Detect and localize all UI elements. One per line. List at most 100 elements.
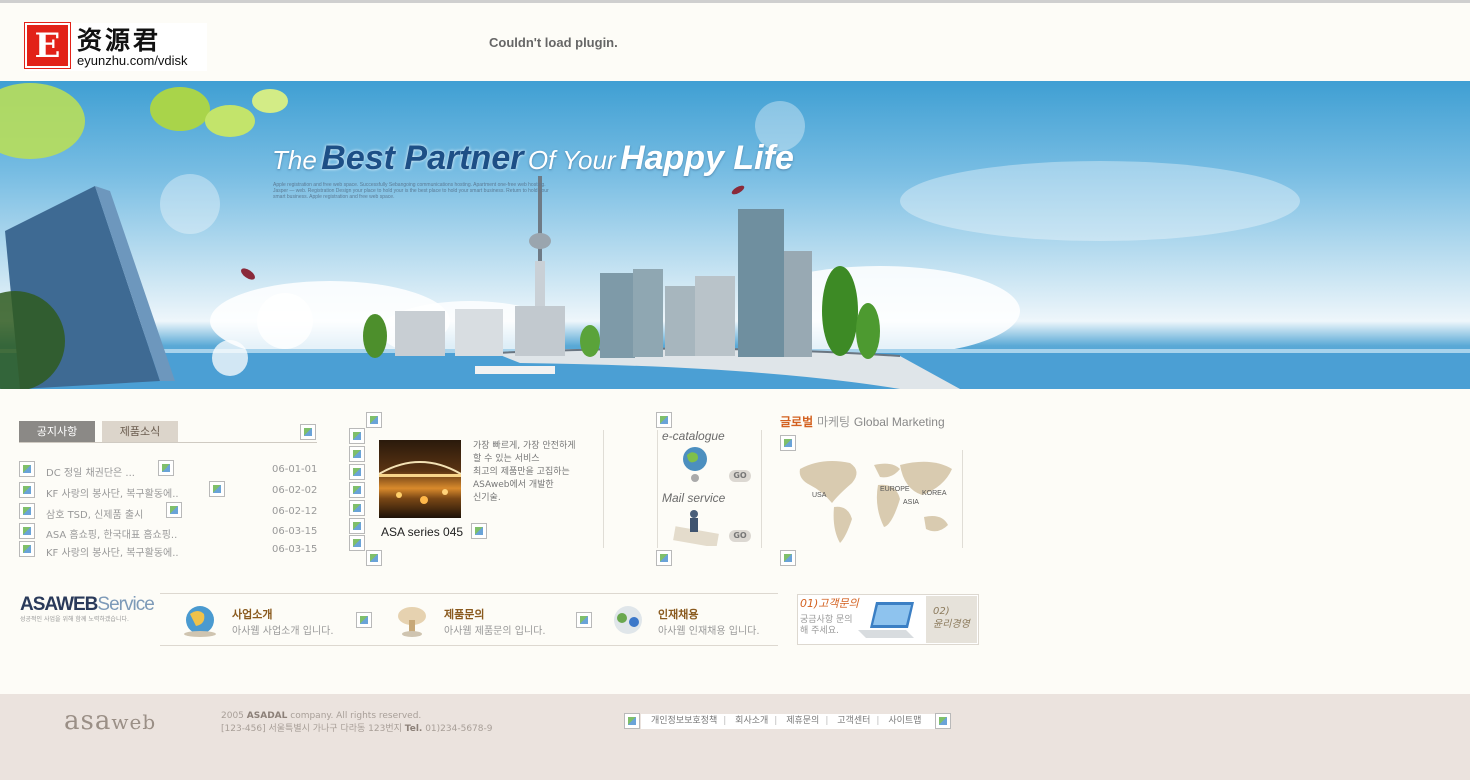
service-logo: ASAWEBService [20, 594, 155, 616]
footer-link-support[interactable]: 고객센터 [837, 716, 870, 726]
mail-service-label[interactable]: Mail service [662, 491, 725, 505]
notice-item[interactable]: ASA 홈쇼핑, 한국대표 홈쇼핑.. 06-03-15 [19, 523, 319, 541]
product-desc-line: 최고의 제품만을 고집하는 [473, 467, 570, 477]
product-photo[interactable] [379, 440, 461, 518]
ecatalogue-label[interactable]: e-catalogue [662, 429, 725, 443]
map-header-image [780, 435, 796, 451]
recruit-icon [614, 606, 642, 634]
world-map-icon[interactable] [792, 455, 957, 547]
product-desc-line: ASAweb에서 개발한 [473, 480, 554, 490]
service-recruit-title[interactable]: 인재채용 [658, 606, 698, 622]
divider [657, 430, 658, 548]
notice-title[interactable]: 삼호 TSD, 신제품 출시 [46, 506, 143, 521]
footer-address: [123-456] 서울특별시 가나구 다라동 123번지 [221, 724, 402, 734]
product-thumb-6[interactable] [349, 518, 365, 534]
notice-date: 06-02-02 [272, 485, 318, 496]
catalogue-header-image [656, 412, 672, 428]
footer-links-left-image [624, 713, 640, 729]
footer-link-sitemap[interactable]: 사이트맵 [888, 716, 921, 726]
ethics-management-button[interactable]: 02) 윤리경영 [926, 596, 977, 643]
footer-tel: 01)234-5678-9 [425, 724, 493, 734]
night-bridge-image [379, 461, 461, 504]
notice-item[interactable]: 삼호 TSD, 신제품 출시 06-02-12 [19, 502, 319, 521]
globe-icon [683, 447, 707, 482]
notice-date: 06-03-15 [272, 526, 318, 537]
product-header-image [366, 412, 382, 428]
footer-copyright: 2005 ASADAL company. All rights reserved… [221, 710, 492, 736]
notice-date: 06-02-12 [272, 506, 318, 517]
footer-links: 개인정보보호정책 | 회사소개 | 제휴문의 | 고객센터 | 사이트맵 [641, 714, 937, 729]
notice-item[interactable]: KF 사랑의 봉사단, 복구활동에.. 06-02-02 [19, 481, 319, 500]
footer-link-partnership[interactable]: 제휴문의 [786, 716, 819, 726]
ethics-label: 윤리경영 [933, 619, 970, 630]
new-badge-icon [209, 481, 225, 497]
service-business-desc: 아사웹 사업소개 입니다. [232, 626, 334, 637]
product-thumb-2[interactable] [349, 446, 365, 462]
bullet-icon [19, 482, 35, 498]
top-border [0, 0, 1470, 3]
service-logo-light: Service [97, 594, 154, 615]
copyright-company: ASADAL [246, 711, 288, 721]
divider [962, 450, 963, 548]
product-thumb-1[interactable] [349, 428, 365, 444]
divider [603, 430, 604, 548]
product-more-icon[interactable] [471, 523, 487, 539]
map-label-asia: ASIA [903, 499, 919, 506]
service-product-desc: 아사웹 제품문의 입니다. [444, 626, 546, 637]
product-description: 가장 빠르게, 가장 안전하게 할 수 있는 서비스 최고의 제품만을 고집하는… [473, 440, 593, 505]
product-desc-line: 가장 빠르게, 가장 안전하게 [473, 441, 576, 451]
footer-logo: asaweb [64, 706, 156, 736]
global-marketing-title: 글로벌 마케팅 Global Marketing [780, 413, 945, 430]
notice-title[interactable]: KF 사랑의 봉사단, 복구활동에.. [46, 544, 179, 559]
site-logo[interactable]: E 资源君 eyunzhu.com/vdisk [24, 22, 207, 71]
bullet-icon [19, 461, 35, 477]
map-label-europe: EUROPE [880, 486, 910, 493]
gm-title-en: Global Marketing [853, 415, 945, 429]
customer-inquiry-title[interactable]: 01)고객문의 [800, 595, 859, 611]
map-label-korea: KOREA [922, 490, 947, 497]
notice-date: 06-01-01 [272, 464, 318, 475]
footer-links-right-image [935, 713, 951, 729]
bullet-icon [19, 503, 35, 519]
footer-logo-main: asa [64, 706, 112, 736]
footer-tel-label: Tel. [404, 724, 423, 734]
service-recruit-desc: 아사웹 인재채용 입니다. [658, 626, 760, 637]
notice-more-icon[interactable] [300, 424, 316, 440]
notice-title[interactable]: ASA 홈쇼핑, 한국대표 홈쇼핑.. [46, 526, 177, 541]
product-thumb-7[interactable] [349, 535, 365, 551]
tagline-happy-life: Happy Life [620, 139, 794, 177]
tab-product-news[interactable]: 제품소식 [102, 421, 178, 443]
mail-go-button[interactable]: GO [729, 530, 751, 542]
logo-url: eyunzhu.com/vdisk [77, 53, 188, 68]
product-desc-line: 신기술. [473, 493, 501, 503]
notice-item[interactable]: KF 사랑의 봉사단, 복구활동에.. 06-03-15 [19, 541, 319, 559]
tab-notice[interactable]: 공지사항 [19, 421, 95, 443]
customer-inquiry-desc: 궁금사항 문의해 주세요. [800, 615, 853, 636]
copyright-text: company. All rights reserved. [290, 711, 422, 721]
notice-title[interactable]: DC 정일 채권단은 ... [46, 464, 135, 479]
footer-logo-web: web [111, 710, 157, 734]
divider [761, 430, 762, 548]
plugin-error-message: Couldn't load plugin. [489, 35, 618, 50]
notice-item[interactable]: DC 정일 채권단은 ... 06-01-01 [19, 460, 319, 479]
banner-tagline: The Best Partner Of Your Happy Life [272, 139, 794, 178]
service-product-title[interactable]: 제품문의 [444, 606, 484, 622]
product-thumb-4[interactable] [349, 482, 365, 498]
catalogue-footer-image [656, 550, 672, 566]
laptop-icon [858, 602, 914, 638]
bullet-icon [19, 541, 35, 557]
ecatalogue-go-button[interactable]: GO [729, 470, 751, 482]
gm-title-orange: 글로벌 [780, 415, 814, 429]
product-thumb-3[interactable] [349, 464, 365, 480]
new-badge-icon [166, 502, 182, 518]
service-business-title[interactable]: 사업소개 [232, 606, 272, 622]
notice-title[interactable]: KF 사랑의 봉사단, 복구활동에.. [46, 485, 179, 500]
footer-link-privacy[interactable]: 개인정보보호정책 [651, 716, 717, 726]
service-separator-image [576, 612, 592, 628]
tagline-of-your: Of Your [527, 145, 616, 175]
product-desc-line: 할 수 있는 서비스 [473, 454, 540, 464]
product-thumb-5[interactable] [349, 500, 365, 516]
product-name[interactable]: ASA series 045 [381, 525, 463, 539]
tab-underline [19, 442, 317, 443]
footer-link-about[interactable]: 회사소개 [735, 716, 768, 726]
